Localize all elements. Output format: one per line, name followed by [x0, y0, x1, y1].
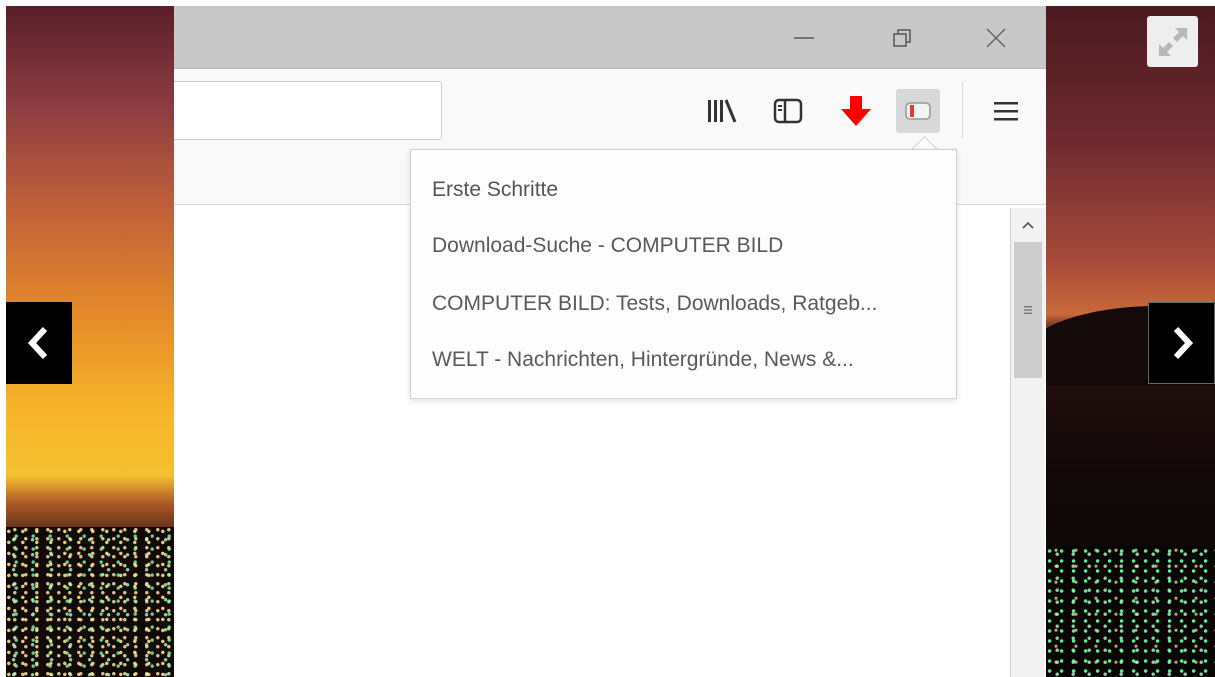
panel-item[interactable]: COMPUTER BILD: Tests, Downloads, Ratgeb.…: [432, 284, 877, 324]
title-bar: [174, 6, 1046, 68]
panel-item[interactable]: WELT - Nachrichten, Hintergründe, News &…: [432, 340, 854, 380]
minimize-button[interactable]: [784, 20, 824, 56]
close-button[interactable]: [976, 20, 1016, 56]
download-arrow-icon: [841, 96, 871, 126]
library-icon: [708, 99, 737, 123]
chevron-up-icon: [1022, 221, 1034, 229]
city-lights: [1046, 547, 1215, 677]
previous-slide-button[interactable]: [6, 302, 72, 384]
library-button[interactable]: [700, 89, 744, 133]
chevron-right-icon: [1173, 326, 1193, 360]
fullscreen-button[interactable]: [1147, 16, 1198, 67]
navigation-toolbar: [174, 68, 1046, 152]
vertical-scrollbar[interactable]: [1010, 208, 1045, 677]
minimize-icon: [794, 37, 814, 39]
addon-icon: [905, 102, 931, 120]
open-menu-button[interactable]: [984, 89, 1028, 133]
scroll-up-button[interactable]: [1011, 208, 1045, 242]
download-button[interactable]: [834, 89, 878, 133]
sidebar-button[interactable]: [766, 89, 810, 133]
expand-arrows-icon: [1158, 27, 1187, 56]
sidebar-icon: [773, 98, 803, 124]
restore-button[interactable]: [882, 20, 922, 56]
addon-toolbar-button[interactable]: [896, 89, 940, 133]
url-bar-input[interactable]: [174, 81, 442, 140]
scroll-thumb[interactable]: [1014, 242, 1042, 378]
panel-heading[interactable]: Erste Schritte: [432, 170, 558, 210]
next-slide-button[interactable]: [1148, 302, 1215, 384]
hamburger-menu-icon: [994, 102, 1018, 121]
close-icon: [986, 28, 1006, 48]
panel-item[interactable]: Download-Suche - COMPUTER BILD: [432, 226, 783, 266]
toolbar-separator: [962, 81, 963, 139]
chevron-left-icon: [27, 326, 48, 360]
city-lights: [6, 527, 174, 677]
bookmark-dropdown-panel: Erste Schritte Download-Suche - COMPUTER…: [410, 149, 957, 399]
restore-icon: [893, 29, 911, 47]
grip-icon: [1024, 306, 1032, 314]
